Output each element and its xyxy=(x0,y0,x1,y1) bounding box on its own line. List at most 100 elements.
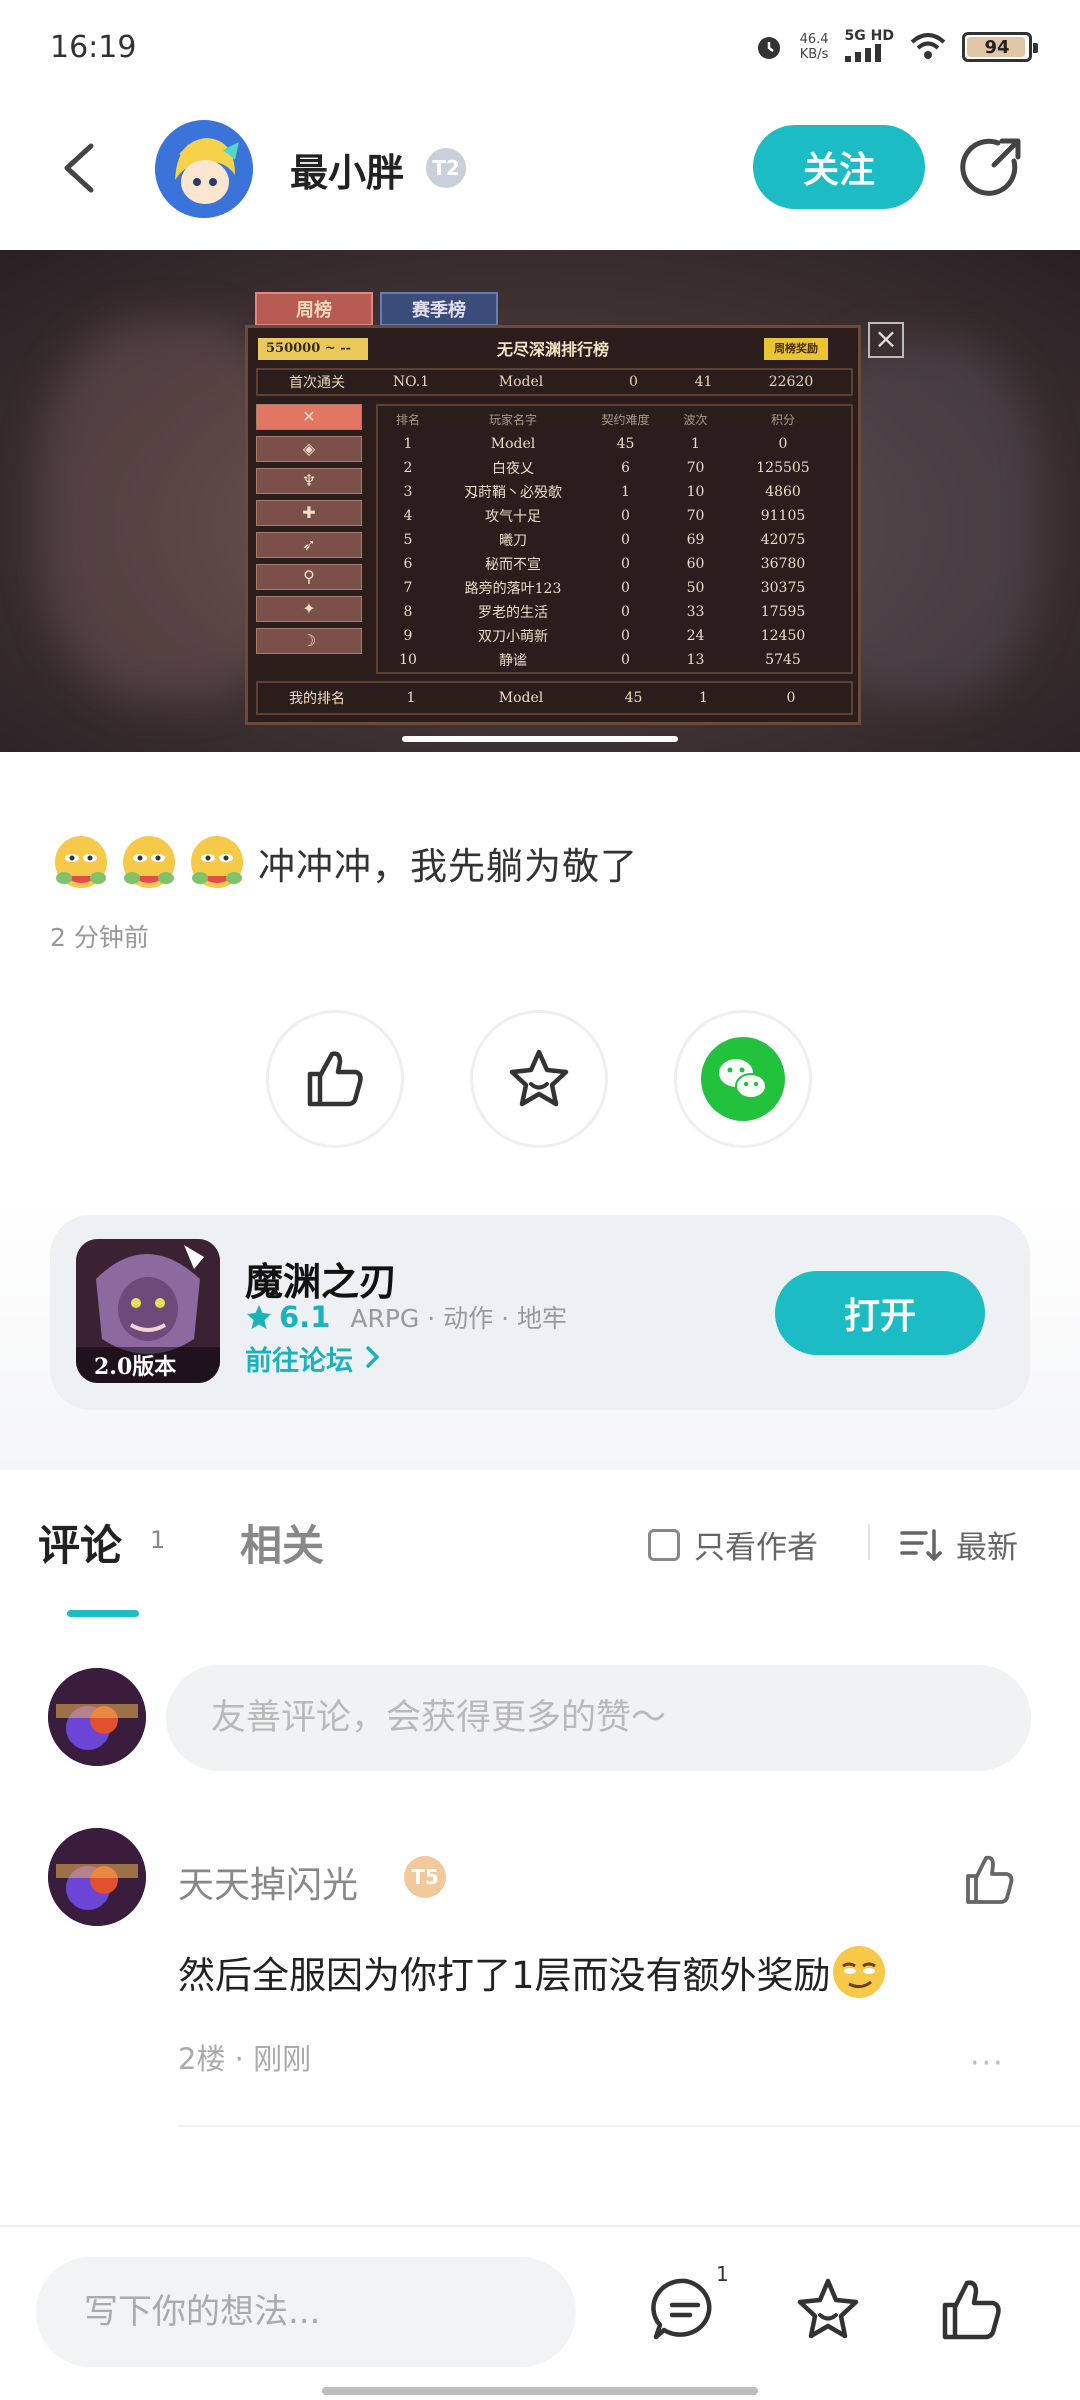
comment-icon[interactable] xyxy=(650,2275,720,2345)
alarm-icon xyxy=(757,37,780,59)
ranking-row: 2 白夜乂 6 70 125505 xyxy=(403,460,810,477)
emoji-icon xyxy=(191,836,243,888)
class-icons: ✕ ◈ ♆ ✚ ➶ ⚲ ✦ ☽ xyxy=(256,404,368,660)
wechat-share-button[interactable] xyxy=(674,1010,812,1148)
table-header: 排名 玩家名字 契约难度 波次 积分 xyxy=(395,412,795,427)
wifi-icon xyxy=(910,33,946,59)
thumbs-up-icon[interactable] xyxy=(937,2275,1007,2345)
comment-input-field[interactable] xyxy=(166,1665,1031,1771)
leaderboard-panel: 550000 ~ -- 无尽深渊排行榜 周榜奖励 首次通关 NO.1 Model… xyxy=(245,325,861,725)
my-rank-row: 我的排名 1 Model 45 1 0 xyxy=(256,681,853,715)
emoji-icon xyxy=(55,836,107,888)
wechat-icon xyxy=(701,1037,785,1121)
class-icon: ✕ xyxy=(256,404,362,430)
post-content: 冲冲冲，我先躺为敬了 xyxy=(50,828,638,898)
game-card[interactable]: 2.0版本 魔渊之刃 6.1 ARPG · 动作 · 地牢 前往论坛 打开 xyxy=(50,1215,1030,1410)
board-close-icon: × xyxy=(868,322,904,358)
ranking-row: 10 静谧 0 13 5745 xyxy=(399,652,801,669)
class-icon: ♆ xyxy=(256,468,362,494)
open-game-button[interactable]: 打开 xyxy=(775,1271,985,1355)
favorite-button[interactable] xyxy=(470,1010,608,1148)
ranking-row: 7 路旁的落叶123 0 50 30375 xyxy=(403,580,806,597)
reward-badge: 周榜奖励 xyxy=(764,338,828,360)
bottom-comment-input[interactable] xyxy=(36,2257,576,2367)
author-level-badge: T2 xyxy=(426,148,466,188)
class-icon: ✦ xyxy=(256,596,362,622)
chevron-right-icon xyxy=(366,1346,380,1368)
ranking-row: 3 刄莳鞘丶必殁欹 1 10 4860 xyxy=(403,484,801,501)
comments-count: 1 xyxy=(150,1526,166,1554)
commenter-name[interactable]: 天天掉闪光 xyxy=(178,1856,358,1908)
only-author-toggle[interactable]: 只看作者 xyxy=(648,1522,818,1567)
class-icon: ☽ xyxy=(256,628,362,654)
game-icon[interactable]: 2.0版本 xyxy=(76,1239,220,1383)
first-clear-row: 首次通关 NO.1 Model 0 41 22620 xyxy=(256,368,853,396)
battery-indicator: 94 xyxy=(962,32,1038,62)
favorite-star-icon[interactable] xyxy=(793,2275,863,2345)
sort-icon xyxy=(900,1528,942,1561)
post-time: 2 分钟前 xyxy=(50,923,149,952)
comment-text: 然后全服因为你打了1层而没有额外奖励 xyxy=(178,1944,887,2000)
home-indicator xyxy=(322,2387,758,2395)
commenter-avatar[interactable] xyxy=(48,1828,146,1926)
back-icon[interactable] xyxy=(55,138,105,198)
status-icons: 46.4 KB/s 5G HD 94 xyxy=(754,28,1038,66)
ranking-row: 5 曦刀 0 69 42075 xyxy=(403,532,806,549)
class-icon: ✚ xyxy=(256,500,362,526)
like-button[interactable] xyxy=(266,1010,404,1148)
star-filled-icon xyxy=(247,1305,271,1329)
season-tab: 赛季榜 xyxy=(380,292,498,326)
network-speed: 46.4 KB/s xyxy=(799,32,829,62)
active-tab-indicator xyxy=(67,1610,139,1617)
status-bar: 16:19 46.4 KB/s 5G HD 94 xyxy=(0,0,1080,100)
author-name[interactable]: 最小胖 xyxy=(290,142,404,197)
smirk-emoji-icon xyxy=(832,1946,885,1998)
network-type: 5G HD xyxy=(844,28,894,44)
ranking-row: 9 双刀小萌新 0 24 12450 xyxy=(403,628,806,645)
image-scroll-indicator xyxy=(402,736,678,742)
game-tags: ARPG · 动作 · 地牢 xyxy=(350,1304,567,1333)
ranking-table: 排名 玩家名字 契约难度 波次 积分 1 Model 45 1 0 2 白夜乂 6 70 1255… xyxy=(376,404,853,674)
status-time: 16:19 xyxy=(50,30,137,65)
game-title[interactable]: 魔渊之刃 xyxy=(245,1251,397,1306)
forum-link[interactable]: 前往论坛 xyxy=(245,1339,384,1378)
weekly-tab: 周榜 xyxy=(255,292,373,326)
game-icon-version: 2.0版本 xyxy=(94,1354,177,1380)
comment-tabs: 评论 1 相关 只看作者 最新 xyxy=(0,1500,1080,1617)
ranking-row: 6 秘而不宣 0 60 36780 xyxy=(403,556,806,573)
share-icon[interactable] xyxy=(958,133,1026,201)
avatar-art xyxy=(48,1668,146,1766)
class-icon: ◈ xyxy=(256,436,362,462)
comment-input[interactable] xyxy=(166,1665,1031,1771)
follow-button[interactable]: 关注 xyxy=(753,125,925,209)
bottom-input-field[interactable] xyxy=(36,2257,576,2367)
comment-like-icon[interactable] xyxy=(960,1850,1020,1910)
game-rating: 6.1 ARPG · 动作 · 地牢 xyxy=(245,1299,567,1335)
thumbs-up-icon xyxy=(307,1051,363,1107)
commenter-level-badge: T5 xyxy=(404,1856,446,1898)
star-icon xyxy=(509,1049,569,1107)
tab-related[interactable]: 相关 xyxy=(240,1512,324,1573)
tab-comments[interactable]: 评论 xyxy=(38,1512,122,1573)
signal-block: 5G HD xyxy=(844,28,894,66)
post-text: 冲冲冲，我先躺为敬了 xyxy=(258,845,638,888)
comment-count-badge: 1 xyxy=(716,2262,729,2286)
class-icon: ⚲ xyxy=(256,564,362,590)
class-icon: ➶ xyxy=(256,532,362,558)
ranking-row: 8 罗老的生活 0 33 17595 xyxy=(403,604,806,621)
author-avatar[interactable] xyxy=(155,120,253,218)
ranking-row: 4 攻气十足 0 70 91105 xyxy=(403,508,806,525)
ranking-row: 1 Model 45 1 0 xyxy=(403,436,788,452)
more-options-icon[interactable]: ··· xyxy=(970,2046,1005,2081)
my-avatar[interactable] xyxy=(48,1668,146,1766)
only-author-checkbox[interactable] xyxy=(648,1528,680,1561)
game-score: 6.1 xyxy=(279,1300,331,1334)
post-image[interactable]: 周榜 赛季榜 × 550000 ~ -- 无尽深渊排行榜 周榜奖励 首次通关 N… xyxy=(0,250,1080,752)
emoji-icon xyxy=(123,836,175,888)
comment-meta: 2楼 · 刚刚 xyxy=(178,2042,312,2076)
signal-icon xyxy=(844,44,881,62)
post-header: 最小胖 T2 关注 xyxy=(0,100,1080,250)
avatar-art xyxy=(48,1828,146,1926)
sort-toggle[interactable]: 最新 xyxy=(900,1522,1018,1567)
avatar-art xyxy=(155,120,253,218)
